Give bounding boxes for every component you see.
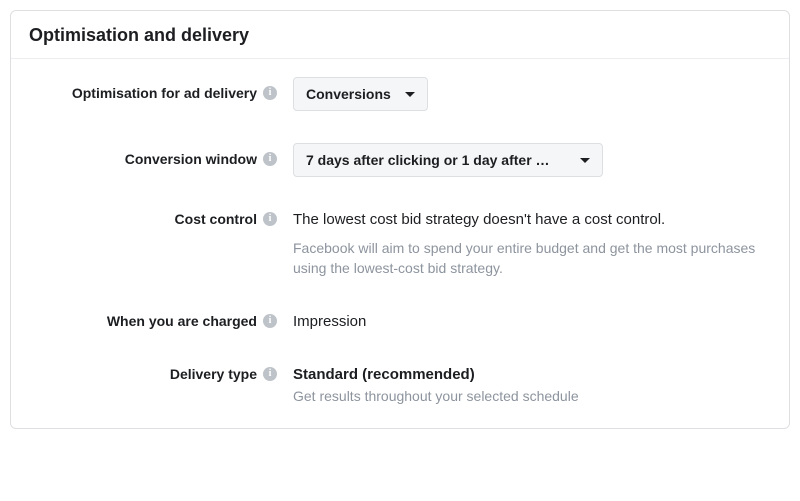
value-col: Standard (recommended) Get results throu…	[293, 364, 767, 407]
label-col: Cost control i	[33, 209, 293, 227]
label-delivery-type: Delivery type	[170, 366, 257, 382]
info-icon[interactable]: i	[263, 212, 277, 226]
label-col: Optimisation for ad delivery i	[33, 77, 293, 101]
info-icon[interactable]: i	[263, 367, 277, 381]
value-col: Conversions	[293, 77, 767, 111]
conversion-window-dropdown-value: 7 days after clicking or 1 day after …	[306, 152, 550, 168]
charged-value: Impression	[293, 311, 767, 332]
delivery-type-value: Standard (recommended)	[293, 364, 767, 385]
row-delivery-type: Delivery type i Standard (recommended) G…	[33, 364, 767, 407]
optimisation-dropdown-value: Conversions	[306, 86, 391, 102]
row-optimisation: Optimisation for ad delivery i Conversio…	[33, 77, 767, 111]
optimisation-dropdown[interactable]: Conversions	[293, 77, 428, 111]
label-optimisation: Optimisation for ad delivery	[72, 85, 257, 101]
cost-control-primary: The lowest cost bid strategy doesn't hav…	[293, 209, 767, 230]
label-col: Conversion window i	[33, 143, 293, 167]
caret-down-icon	[580, 158, 590, 163]
conversion-window-dropdown[interactable]: 7 days after clicking or 1 day after …	[293, 143, 603, 177]
label-cost-control: Cost control	[175, 211, 257, 227]
caret-down-icon	[405, 92, 415, 97]
label-col: When you are charged i	[33, 311, 293, 329]
card-title: Optimisation and delivery	[29, 25, 249, 45]
card-header: Optimisation and delivery	[11, 11, 789, 59]
value-col: The lowest cost bid strategy doesn't hav…	[293, 209, 767, 279]
value-col: 7 days after clicking or 1 day after …	[293, 143, 767, 177]
card-body: Optimisation for ad delivery i Conversio…	[11, 59, 789, 428]
info-icon[interactable]: i	[263, 86, 277, 100]
info-icon[interactable]: i	[263, 314, 277, 328]
optimisation-delivery-card: Optimisation and delivery Optimisation f…	[10, 10, 790, 429]
cost-control-secondary: Facebook will aim to spend your entire b…	[293, 238, 767, 279]
label-charged: When you are charged	[107, 313, 257, 329]
delivery-type-hint: Get results throughout your selected sch…	[293, 387, 767, 407]
label-conversion-window: Conversion window	[125, 151, 257, 167]
row-cost-control: Cost control i The lowest cost bid strat…	[33, 209, 767, 279]
row-charged: When you are charged i Impression	[33, 311, 767, 332]
value-col: Impression	[293, 311, 767, 332]
label-col: Delivery type i	[33, 364, 293, 382]
row-conversion-window: Conversion window i 7 days after clickin…	[33, 143, 767, 177]
info-icon[interactable]: i	[263, 152, 277, 166]
